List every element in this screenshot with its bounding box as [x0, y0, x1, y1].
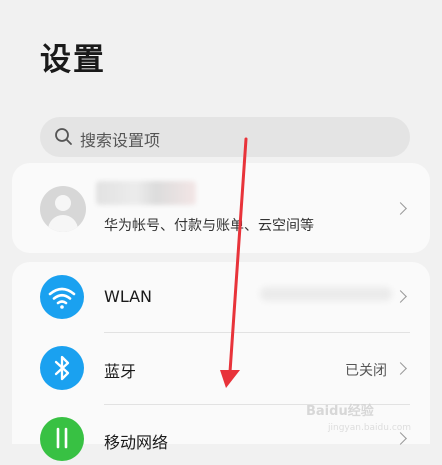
chevron-right-icon	[394, 202, 407, 215]
account-subtitle: 华为帐号、付款与账单、云空间等	[104, 218, 314, 234]
search-bar[interactable]: 搜索设置项	[40, 117, 410, 157]
account-name-redacted	[96, 181, 196, 205]
search-placeholder: 搜索设置项	[80, 131, 161, 150]
settings-item-label: 蓝牙	[104, 362, 137, 381]
settings-item-label: WLAN	[104, 287, 153, 306]
divider	[104, 332, 410, 333]
search-icon	[55, 128, 72, 145]
chevron-right-icon	[394, 432, 407, 445]
chevron-right-icon	[394, 362, 407, 375]
bluetooth-icon	[40, 346, 84, 390]
wlan-network-redacted	[260, 287, 392, 301]
account-card[interactable]: 华为帐号、付款与账单、云空间等	[12, 163, 430, 253]
avatar	[40, 186, 86, 232]
page-title: 设置	[40, 42, 106, 78]
settings-item-label: 移动网络	[104, 433, 169, 452]
wifi-icon	[40, 275, 84, 319]
mobile-network-icon	[40, 417, 84, 461]
watermark: Baidu经验	[306, 404, 374, 419]
bluetooth-status: 已关闭	[345, 363, 387, 379]
watermark-url: jingyan.baidu.com	[328, 423, 412, 433]
chevron-right-icon	[394, 290, 407, 303]
